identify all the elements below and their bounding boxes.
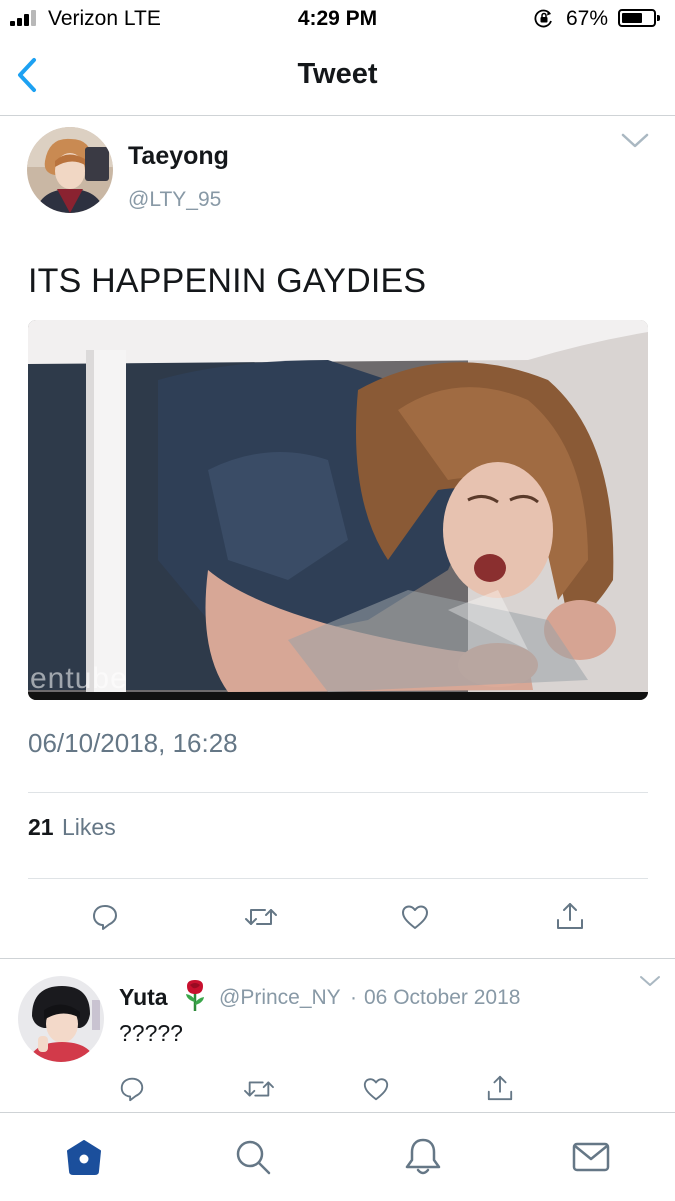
like-icon[interactable] [400,902,430,932]
share-icon[interactable] [486,1073,514,1103]
battery-icon [618,9,660,27]
reply-author-avatar[interactable] [18,976,104,1062]
battery-percentage: 67% [566,7,609,30]
media-image [28,320,648,700]
search-icon[interactable] [233,1137,273,1177]
likes-count[interactable]: 21 [28,814,54,841]
notifications-icon[interactable] [403,1135,443,1177]
divider [28,878,648,879]
messages-icon[interactable] [571,1137,611,1177]
tab-bar [0,1112,675,1201]
reply-text: ????? [119,1020,183,1046]
author-handle[interactable]: @LTY_95 [128,188,221,212]
reply-author-name[interactable]: Yuta [119,984,168,1011]
retweet-icon[interactable] [242,1075,276,1103]
reply-author-handle[interactable]: @Prince_NY [219,986,341,1010]
likes-label[interactable]: Likes [62,814,116,841]
reply-separator: · [350,986,357,1009]
reply-icon[interactable] [90,902,120,932]
like-icon[interactable] [362,1075,390,1103]
author-avatar[interactable] [27,127,113,213]
orientation-lock-icon [534,9,552,28]
divider [28,792,648,793]
retweet-icon[interactable] [243,902,279,932]
reply-date: 06 October 2018 [364,986,521,1009]
rose-icon [186,980,204,1011]
home-icon[interactable] [64,1137,104,1177]
page-title: Tweet [297,58,378,90]
divider [0,958,675,959]
tweet-text: ITS HAPPENIN GAYDIES [28,262,427,300]
status-bar: Verizon LTE 4:29 PM 67% [0,0,675,40]
tweet-media[interactable]: entube [28,320,648,700]
navigation-bar: Tweet [0,40,675,116]
reply-icon[interactable] [118,1075,146,1103]
author-name[interactable]: Taeyong [128,142,229,171]
share-icon[interactable] [555,900,585,932]
media-watermark: entube [30,662,128,695]
chevron-down-icon[interactable] [620,132,650,150]
tweet-timestamp: 06/10/2018, 16:28 [28,728,238,758]
chevron-down-icon[interactable] [638,974,662,988]
